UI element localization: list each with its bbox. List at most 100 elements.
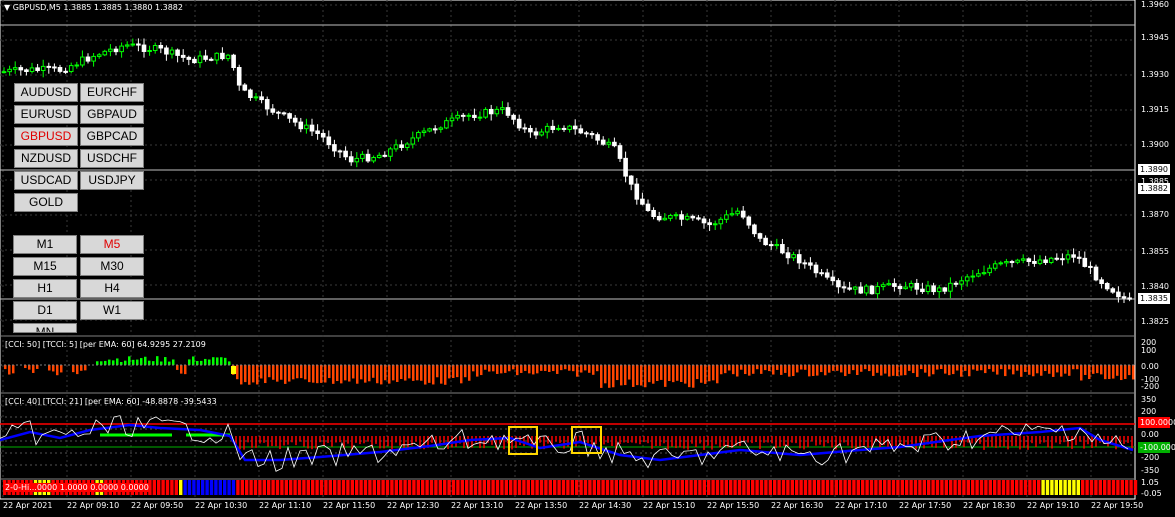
symbol-button-gbpusd[interactable]: GBPUSD (14, 127, 78, 146)
candle-body (410, 137, 416, 145)
candle-body (494, 108, 500, 115)
ind1-bar (444, 365, 447, 385)
ind1-bar (8, 365, 11, 375)
candle-body (276, 111, 281, 114)
symbol-button-audusd[interactable]: AUDUSD (14, 83, 78, 102)
ind1-bar (780, 365, 783, 375)
candle-body (662, 217, 668, 221)
ind1-bar (536, 365, 539, 374)
candle-body (511, 114, 516, 120)
ind3-bar (592, 480, 596, 495)
ind3-bar (795, 480, 799, 495)
collapse-arrow-icon[interactable]: ▼ (4, 3, 10, 12)
symbol-button-gbpcad[interactable]: GBPCAD (80, 127, 144, 146)
symbol-button-nzdusd[interactable]: NZDUSD (14, 149, 78, 168)
ind3-bar (632, 480, 636, 495)
ind1-tick: 100 (1141, 346, 1157, 355)
symbol-button-usdchf[interactable]: USDCHF (80, 149, 144, 168)
candle-body (130, 43, 136, 46)
ind3-bar (856, 480, 860, 495)
candle-body (718, 218, 724, 225)
symbol-button-usdjpy[interactable]: USDJPY (80, 171, 144, 190)
ind3-bar (394, 480, 398, 495)
ind1-bar (992, 365, 995, 372)
ind1-bar (840, 365, 843, 373)
ind1-bar (728, 365, 731, 371)
ind1-bar (1100, 365, 1103, 375)
ind3-bar (513, 480, 517, 495)
ind1-bar (1092, 365, 1095, 374)
time-tick: 22 Apr 16:30 (771, 501, 824, 510)
candle-body (847, 287, 852, 290)
chart-canvas[interactable] (0, 0, 1175, 517)
ind1-bar (1128, 365, 1131, 376)
timeframe-button-mn[interactable]: MN (13, 323, 77, 333)
time-tick: 22 Apr 09:50 (131, 501, 184, 510)
timeframe-button-m1[interactable]: M1 (13, 235, 77, 254)
ind1-bar (984, 365, 987, 374)
candle-body (1104, 282, 1110, 290)
ind3-bar (341, 480, 346, 495)
ind3-bar (218, 480, 222, 495)
ind1-bar (688, 365, 691, 388)
symbol-button-usdcad[interactable]: USDCAD (14, 171, 78, 190)
timeframe-button-w1[interactable]: W1 (80, 301, 144, 320)
ind3-bar (346, 480, 350, 495)
ind1-bar (1036, 365, 1039, 374)
ind3-bar (236, 480, 240, 495)
time-tick: 22 Apr 13:50 (515, 501, 568, 510)
candle-body (852, 286, 858, 290)
candle-body (1009, 261, 1015, 264)
ind1-bar (112, 360, 115, 365)
ind3-bar (319, 480, 324, 495)
candle-body (35, 67, 40, 71)
ind1-bar (588, 365, 591, 373)
candle-body (936, 287, 942, 293)
ind3-bar (1032, 480, 1036, 495)
ind3-bar (799, 480, 803, 495)
ind1-marker (231, 366, 236, 374)
symbol-button-gbpaud[interactable]: GBPAUD (80, 105, 144, 124)
candle-body (152, 45, 158, 51)
ind3-bar (579, 480, 583, 495)
ind3-bar (192, 480, 196, 495)
ind1-bar (832, 365, 835, 371)
ind3-bar (671, 480, 676, 495)
timeframe-button-d1[interactable]: D1 (13, 301, 77, 320)
ind3-bar (883, 480, 887, 495)
candle-body (365, 153, 371, 162)
candle-body (1127, 297, 1132, 300)
ind1-bar (264, 365, 267, 384)
ind3-bar (979, 480, 984, 495)
symbol-button-gold[interactable]: GOLD (14, 193, 78, 212)
symbol-button-eurusd[interactable]: EURUSD (14, 105, 78, 124)
candle-body (102, 50, 108, 56)
ind1-bar (352, 365, 355, 379)
symbol-button-eurchf[interactable]: EURCHF (80, 83, 144, 102)
candle-body (248, 89, 253, 98)
candle-body (931, 285, 936, 293)
timeframe-button-m30[interactable]: M30 (80, 257, 144, 276)
candle-body (886, 283, 892, 286)
ind3-bar (253, 480, 258, 495)
ind1-bar (472, 365, 475, 372)
ind3-bar (803, 480, 808, 495)
ind3-bar (1067, 480, 1072, 495)
candle-body (108, 48, 113, 52)
timeframe-button-m5[interactable]: M5 (80, 235, 144, 254)
ind3-bar (377, 480, 381, 495)
timeframe-button-m15[interactable]: M15 (13, 257, 77, 276)
ind1-bar (564, 365, 567, 370)
timeframe-button-h1[interactable]: H1 (13, 279, 77, 298)
ind3-bar (258, 480, 262, 495)
timeframe-button-h4[interactable]: H4 (80, 279, 144, 298)
candle-body (1037, 259, 1043, 264)
indicator3-label: 2-0-Hi...0000 1.0000 0.0000 0.0000 (5, 483, 149, 492)
candle-body (729, 213, 735, 216)
ind1-bar (624, 365, 627, 386)
ind3-bar (676, 480, 680, 495)
candle-body (477, 116, 483, 119)
ind1-bar (700, 365, 703, 383)
ind3-bar (720, 480, 724, 495)
ind3-bar (834, 480, 838, 495)
